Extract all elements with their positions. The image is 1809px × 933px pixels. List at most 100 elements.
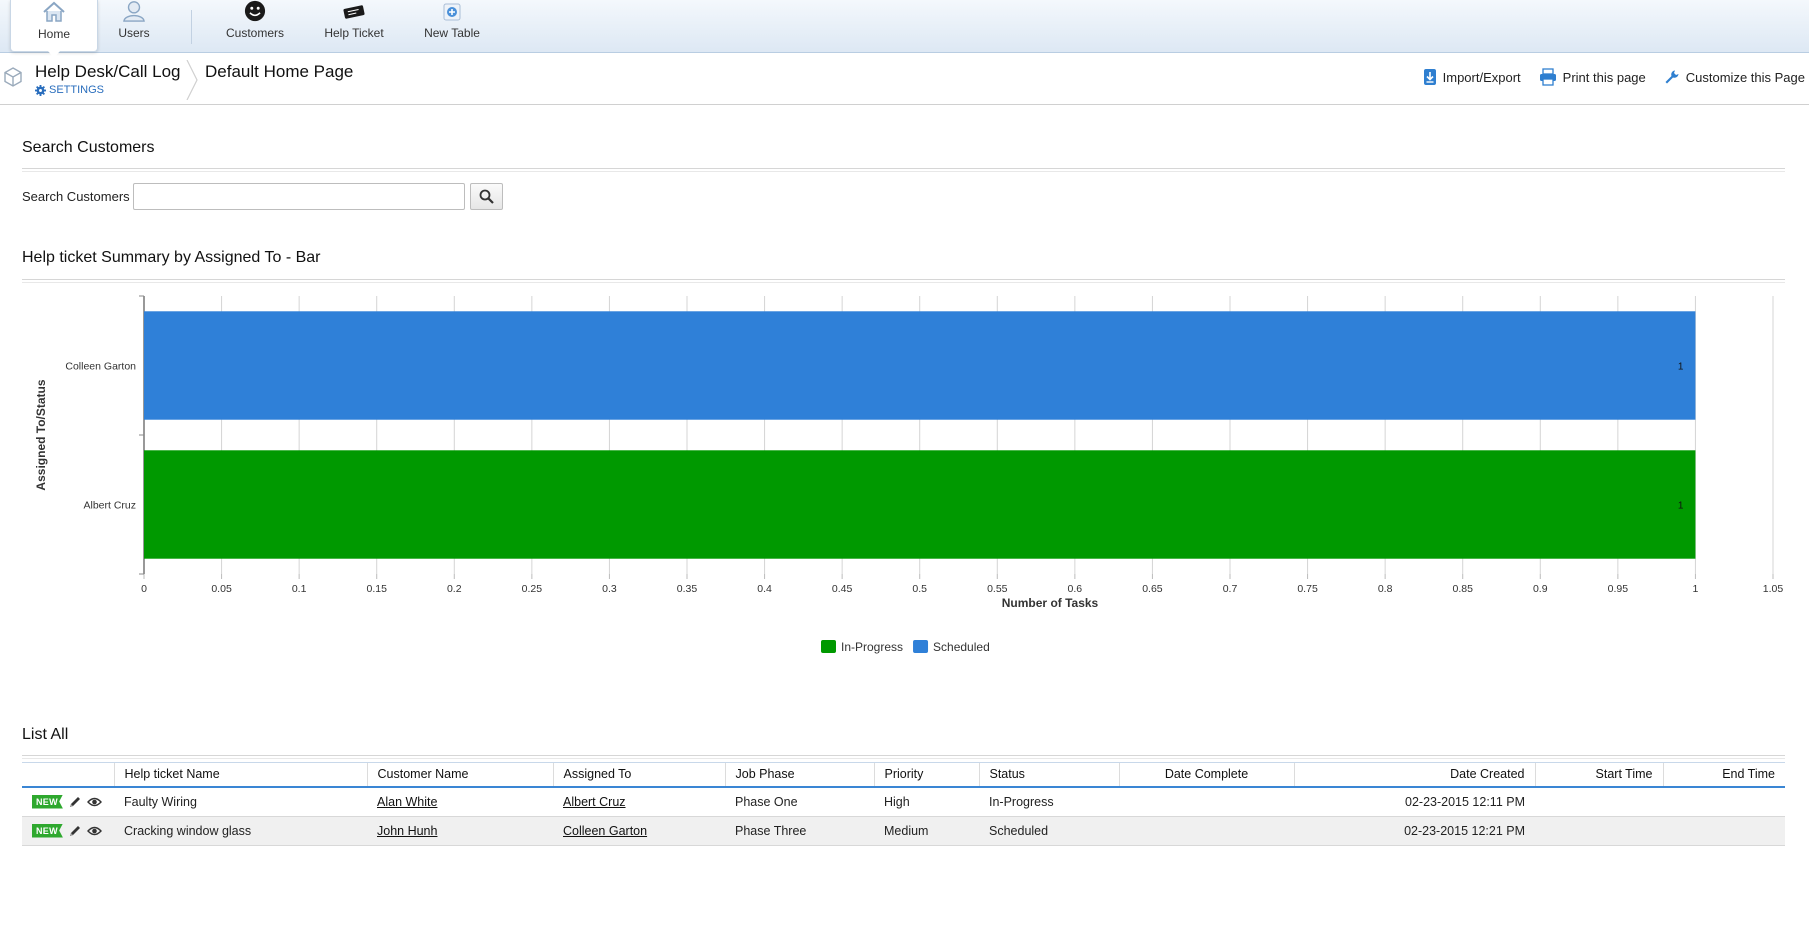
cell-start-time bbox=[1535, 786, 1663, 817]
header-actions: Import/Export Print this page Customize … bbox=[1423, 68, 1805, 86]
import-export-label: Import/Export bbox=[1442, 69, 1521, 85]
customize-page-button[interactable]: Customize this Page bbox=[1664, 68, 1805, 86]
search-section-title: Search Customers bbox=[22, 139, 155, 156]
tab-help-ticket-label: Help Ticket bbox=[324, 26, 384, 40]
section-divider bbox=[22, 279, 1785, 283]
x-tick-label: 0.7 bbox=[1223, 583, 1238, 595]
cell-assigned-to: Albert Cruz bbox=[553, 786, 725, 817]
column-header-assigned-to[interactable]: Assigned To bbox=[552, 762, 725, 788]
search-button[interactable] bbox=[470, 183, 503, 210]
column-header-end-time[interactable]: End Time bbox=[1662, 762, 1785, 788]
y-category-label: Albert Cruz bbox=[83, 500, 136, 512]
column-header-priority[interactable]: Priority bbox=[873, 762, 979, 788]
x-tick-label: 0.65 bbox=[1142, 583, 1163, 595]
x-tick-label: 0.95 bbox=[1608, 583, 1629, 595]
assigned-to-link[interactable]: Albert Cruz bbox=[563, 795, 626, 809]
app-title[interactable]: Help Desk/Call Log bbox=[35, 62, 181, 82]
x-tick-label: 0.15 bbox=[366, 583, 387, 595]
breadcrumb-separator-icon bbox=[186, 60, 198, 100]
cell-end-time bbox=[1663, 786, 1785, 817]
tab-new-table-label: New Table bbox=[424, 26, 480, 40]
cell-customer-name: John Hunh bbox=[367, 816, 553, 846]
tab-customers[interactable]: Customers bbox=[211, 0, 299, 50]
user-icon bbox=[123, 1, 145, 22]
view-eye-icon[interactable] bbox=[86, 796, 102, 808]
import-export-icon bbox=[1423, 69, 1436, 85]
tab-users[interactable]: Users bbox=[90, 0, 178, 50]
customize-page-label: Customize this Page bbox=[1685, 69, 1805, 85]
x-tick-label: 0.5 bbox=[912, 583, 927, 595]
gear-icon bbox=[35, 84, 46, 96]
section-divider bbox=[22, 168, 1785, 172]
cell-date-complete bbox=[1119, 816, 1294, 846]
wrench-icon bbox=[1665, 70, 1679, 84]
row-actions: NEW bbox=[22, 816, 114, 846]
table-row: NEW Cracking window glass John Hunh Coll… bbox=[22, 816, 1785, 846]
cube-icon bbox=[4, 67, 22, 87]
legend-swatch-in-progress bbox=[821, 640, 836, 653]
cell-assigned-to: Colleen Garton bbox=[553, 816, 725, 846]
x-tick-label: 0.2 bbox=[447, 583, 462, 595]
print-page-button[interactable]: Print this page bbox=[1539, 68, 1646, 86]
x-tick-label: 0.3 bbox=[602, 583, 617, 595]
settings-link[interactable]: SETTINGS bbox=[35, 84, 104, 96]
cell-status: In-Progress bbox=[979, 786, 1119, 817]
column-header-job-phase[interactable]: Job Phase bbox=[724, 762, 874, 788]
tab-new-table[interactable]: New Table bbox=[408, 0, 496, 50]
assigned-to-link[interactable]: Colleen Garton bbox=[563, 824, 647, 838]
legend-label-in-progress: In-Progress bbox=[841, 640, 903, 654]
cell-date-created: 02-23-2015 12:11 PM bbox=[1294, 786, 1535, 817]
import-export-button[interactable]: Import/Export bbox=[1423, 68, 1521, 86]
edit-pencil-icon[interactable] bbox=[68, 795, 82, 809]
tab-home-label: Home bbox=[37, 27, 70, 41]
column-header-start-time[interactable]: Start Time bbox=[1534, 762, 1663, 788]
add-table-icon bbox=[443, 3, 461, 21]
bar-in-progress bbox=[144, 450, 1696, 559]
cell-end-time bbox=[1663, 816, 1785, 846]
column-header-customer-name[interactable]: Customer Name bbox=[366, 762, 553, 788]
help-ticket-table: Help ticket Name Customer Name Assigned … bbox=[22, 762, 1785, 846]
bar-scheduled bbox=[144, 311, 1696, 420]
x-tick-label: 0 bbox=[141, 583, 147, 595]
edit-pencil-icon[interactable] bbox=[68, 824, 82, 838]
printer-icon bbox=[1539, 68, 1556, 86]
new-badge: NEW bbox=[32, 823, 63, 838]
top-tab-bar: Home Users Customers Help Ticket New Tab… bbox=[0, 0, 1809, 58]
magnifier-icon bbox=[479, 189, 494, 204]
x-tick-label: 0.55 bbox=[987, 583, 1008, 595]
actions-column-header bbox=[22, 762, 114, 788]
x-tick-label: 0.35 bbox=[677, 583, 698, 595]
view-eye-icon[interactable] bbox=[86, 825, 102, 837]
table-header-row: Help ticket Name Customer Name Assigned … bbox=[22, 762, 1785, 788]
tab-customers-label: Customers bbox=[225, 26, 284, 40]
ticket-icon bbox=[343, 5, 365, 19]
settings-label: SETTINGS bbox=[49, 84, 105, 96]
legend-swatch-scheduled bbox=[913, 640, 929, 653]
tab-home[interactable]: Home bbox=[10, 0, 98, 58]
chart-section-title: Help ticket Summary by Assigned To - Bar bbox=[22, 249, 321, 266]
x-tick-label: 0.1 bbox=[292, 583, 307, 595]
column-header-date-complete[interactable]: Date Complete bbox=[1118, 762, 1294, 788]
search-customers-input[interactable] bbox=[133, 183, 465, 210]
page-title: Default Home Page bbox=[205, 62, 354, 81]
legend-label-scheduled: Scheduled bbox=[933, 640, 990, 654]
x-tick-label: 0.05 bbox=[211, 583, 232, 595]
cell-customer-name: Alan White bbox=[367, 786, 553, 817]
cell-job-phase: Phase Three bbox=[725, 816, 874, 846]
column-header-status[interactable]: Status bbox=[978, 762, 1119, 788]
tab-users-label: Users bbox=[118, 26, 150, 40]
customer-link[interactable]: Alan White bbox=[377, 795, 437, 809]
x-tick-label: 1.05 bbox=[1763, 583, 1784, 595]
section-divider bbox=[22, 755, 1785, 759]
cell-date-created: 02-23-2015 12:21 PM bbox=[1294, 816, 1535, 846]
x-tick-label: 1 bbox=[1693, 583, 1699, 595]
x-tick-label: 0.9 bbox=[1533, 583, 1548, 595]
bar-data-label: 1 bbox=[1678, 362, 1684, 373]
column-header-date-created[interactable]: Date Created bbox=[1293, 762, 1535, 788]
customer-link[interactable]: John Hunh bbox=[377, 824, 437, 838]
tab-help-ticket[interactable]: Help Ticket bbox=[310, 0, 398, 50]
cell-ticket-name: Cracking window glass bbox=[114, 816, 367, 846]
column-header-ticket-name[interactable]: Help ticket Name bbox=[113, 762, 367, 788]
page-header: Help Desk/Call Log SETTINGS Default Home… bbox=[0, 54, 1809, 105]
new-badge: NEW bbox=[32, 794, 63, 809]
